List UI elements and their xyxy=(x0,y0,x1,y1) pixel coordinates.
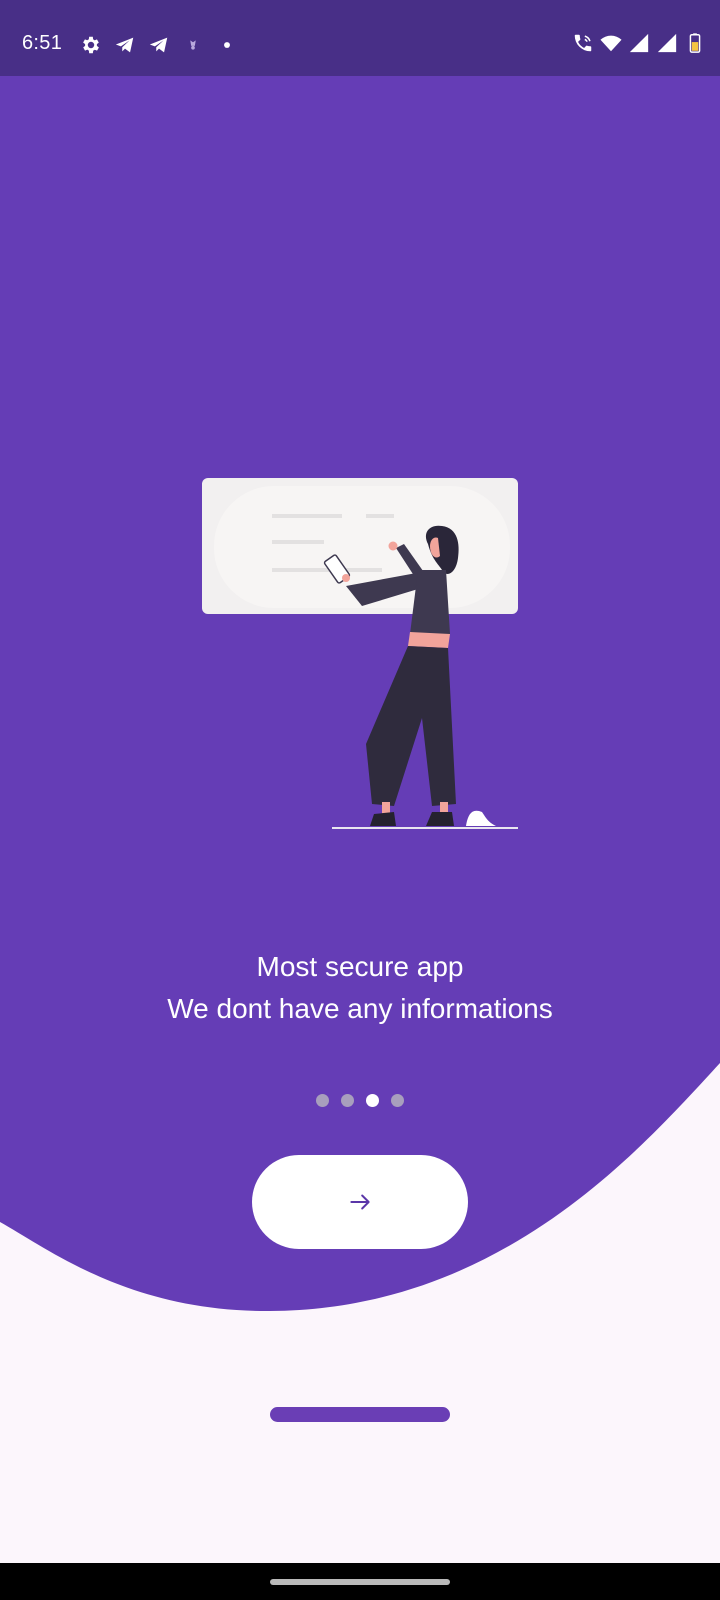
status-bar: 6:51 xyxy=(0,0,720,76)
telegram-icon xyxy=(115,37,134,53)
page-dot[interactable] xyxy=(366,1094,379,1107)
notification-icons xyxy=(80,34,238,56)
onboarding-subtitle: We dont have any informations xyxy=(167,993,553,1024)
bottom-pill-indicator xyxy=(270,1407,450,1422)
battery-icon xyxy=(689,33,701,53)
next-button[interactable] xyxy=(252,1155,468,1249)
wifi-icon xyxy=(600,35,622,52)
onboarding-illustration xyxy=(202,478,518,829)
telegram-icon xyxy=(149,37,168,53)
arrow-right-icon xyxy=(350,1194,370,1210)
page-dot[interactable] xyxy=(391,1094,404,1107)
page-dot[interactable] xyxy=(341,1094,354,1107)
app-notification-icon xyxy=(190,40,196,50)
signal-icon xyxy=(657,33,677,53)
signal-icon xyxy=(629,33,649,53)
wifi-calling-icon xyxy=(574,34,592,52)
gear-icon xyxy=(83,36,99,54)
page-indicator xyxy=(0,1094,720,1107)
system-icons xyxy=(572,32,706,54)
page-dot[interactable] xyxy=(316,1094,329,1107)
home-gesture-bar[interactable] xyxy=(270,1579,450,1585)
dot-icon xyxy=(224,42,230,48)
onboarding-title: Most secure app xyxy=(256,951,464,982)
status-time: 6:51 xyxy=(22,32,63,54)
onboarding-screen: 6:51 Most secure app We dont have any in… xyxy=(0,0,720,1600)
